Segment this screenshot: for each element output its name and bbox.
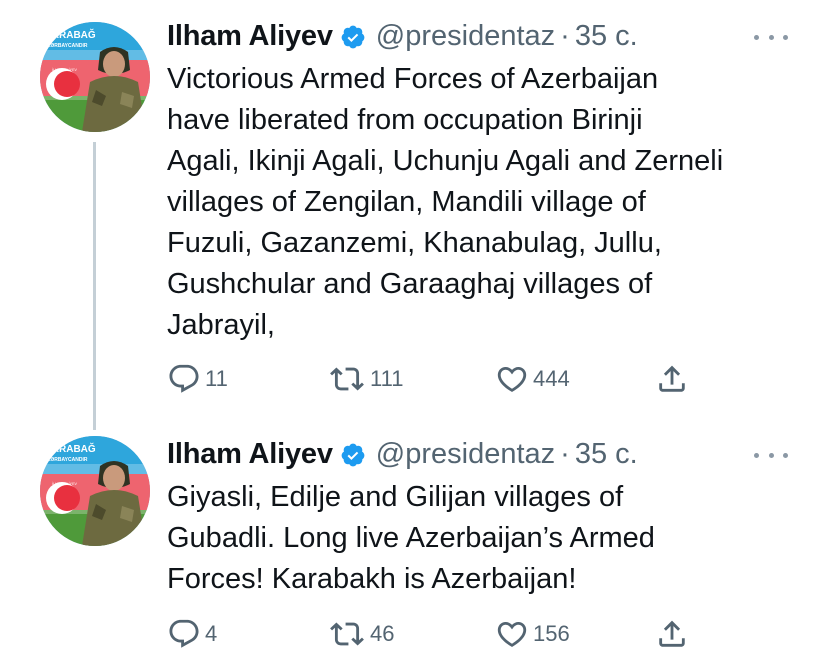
avatar-banner-text: QARABAĞ: [44, 28, 96, 41]
avatar-image: QARABAĞ AZƏRBAYCANDIR İLHAM ƏLİYEV: [40, 22, 150, 132]
retweet-arrows-icon: [330, 622, 364, 646]
tweet-text-line: Gushchular and Garaaghaj villages of: [167, 268, 653, 300]
tweet-header: Ilham Aliyev @presidentaz · 35 с.: [167, 434, 638, 474]
tweet-text: Giyasli, Edilje and Gilijan villages of …: [167, 477, 807, 600]
tweet-header: Ilham Aliyev @presidentaz · 35 с.: [167, 16, 638, 56]
tweet-text-line: Gubadli. Long live Azerbaijan’s Armed: [167, 522, 655, 554]
verified-badge-icon: [340, 442, 366, 468]
author-name[interactable]: Ilham Aliyev: [167, 438, 333, 471]
retweet-count: 46: [370, 621, 395, 646]
tweet-text: Victorious Armed Forces of Azerbaijan ha…: [167, 59, 807, 346]
share-button[interactable]: [655, 361, 689, 397]
reply-button[interactable]: 11: [167, 361, 228, 397]
more-dots-icon[interactable]: [754, 445, 788, 465]
retweet-button[interactable]: 46: [328, 616, 394, 652]
share-upload-icon: [659, 620, 685, 647]
tweet[interactable]: QARABAĞ AZƏRBAYCANDIR İLHAM ƏLİYEV Ilham…: [0, 0, 828, 410]
author-handle[interactable]: @presidentaz: [376, 20, 555, 53]
avatar-banner-subtext: AZƏRBAYCANDIR: [44, 43, 88, 49]
tweet-text-line: Agali, Ikinji Agali, Uchunju Agali and Z…: [167, 145, 724, 177]
avatar[interactable]: QARABAĞ AZƏRBAYCANDIR İLHAM ƏLİYEV: [40, 22, 150, 132]
share-button[interactable]: [655, 616, 689, 652]
retweet-arrows-icon: [330, 367, 364, 391]
avatar-banner-subtext: AZƏRBAYCANDIR: [44, 457, 88, 463]
reply-bubble-icon: [169, 364, 199, 393]
timestamp[interactable]: 35 с.: [575, 20, 638, 53]
tweet-text-line: villages of Zengilan, Mandili village of: [167, 186, 646, 218]
tweet-actions: 4 46 156: [167, 616, 727, 652]
tweet-text-line: Victorious Armed Forces of Azerbaijan: [167, 63, 659, 95]
tweet-text-line: Forces! Karabakh is Azerbaijan!: [167, 563, 577, 595]
author-name[interactable]: Ilham Aliyev: [167, 20, 333, 53]
timestamp[interactable]: 35 с.: [575, 438, 638, 471]
tweet-text-line: Fuzuli, Gazanzemi, Khanabulag, Jullu,: [167, 227, 662, 259]
tweet[interactable]: QARABAĞ AZƏRBAYCANDIR İLHAM ƏLİYEV Ilham…: [0, 410, 828, 667]
separator-dot: ·: [560, 437, 570, 470]
like-button[interactable]: 156: [495, 616, 570, 652]
thread-connector-line: [93, 142, 96, 430]
share-upload-icon: [659, 365, 685, 392]
avatar-small-text: İLHAM ƏLİYEV: [52, 67, 77, 72]
more-dots-icon[interactable]: [754, 27, 788, 47]
separator-dot: ·: [560, 19, 570, 52]
retweet-button[interactable]: 111: [328, 361, 403, 397]
retweet-count: 111: [370, 366, 404, 391]
avatar-banner-text: QARABAĞ: [44, 442, 96, 455]
tweet-text-line: Jabrayil,: [167, 309, 275, 341]
like-count: 444: [533, 366, 570, 391]
reply-count: 11: [205, 366, 228, 391]
reply-button[interactable]: 4: [167, 616, 217, 652]
tweet-actions: 11 111 444: [167, 361, 727, 397]
avatar-image: QARABAĞ AZƏRBAYCANDIR İLHAM ƏLİYEV: [40, 436, 150, 546]
tweet-text-line: Giyasli, Edilje and Gilijan villages of: [167, 481, 624, 513]
verified-badge-icon: [340, 24, 366, 50]
avatar-small-text: İLHAM ƏLİYEV: [52, 481, 77, 486]
tweet-text-line: have liberated from occupation Birinji: [167, 104, 643, 136]
like-button[interactable]: 444: [495, 361, 570, 397]
reply-bubble-icon: [169, 619, 199, 648]
heart-icon: [497, 621, 527, 647]
author-handle[interactable]: @presidentaz: [376, 438, 555, 471]
reply-count: 4: [205, 621, 218, 646]
like-count: 156: [533, 621, 570, 646]
avatar[interactable]: QARABAĞ AZƏRBAYCANDIR İLHAM ƏLİYEV: [40, 436, 150, 546]
heart-icon: [497, 366, 527, 392]
